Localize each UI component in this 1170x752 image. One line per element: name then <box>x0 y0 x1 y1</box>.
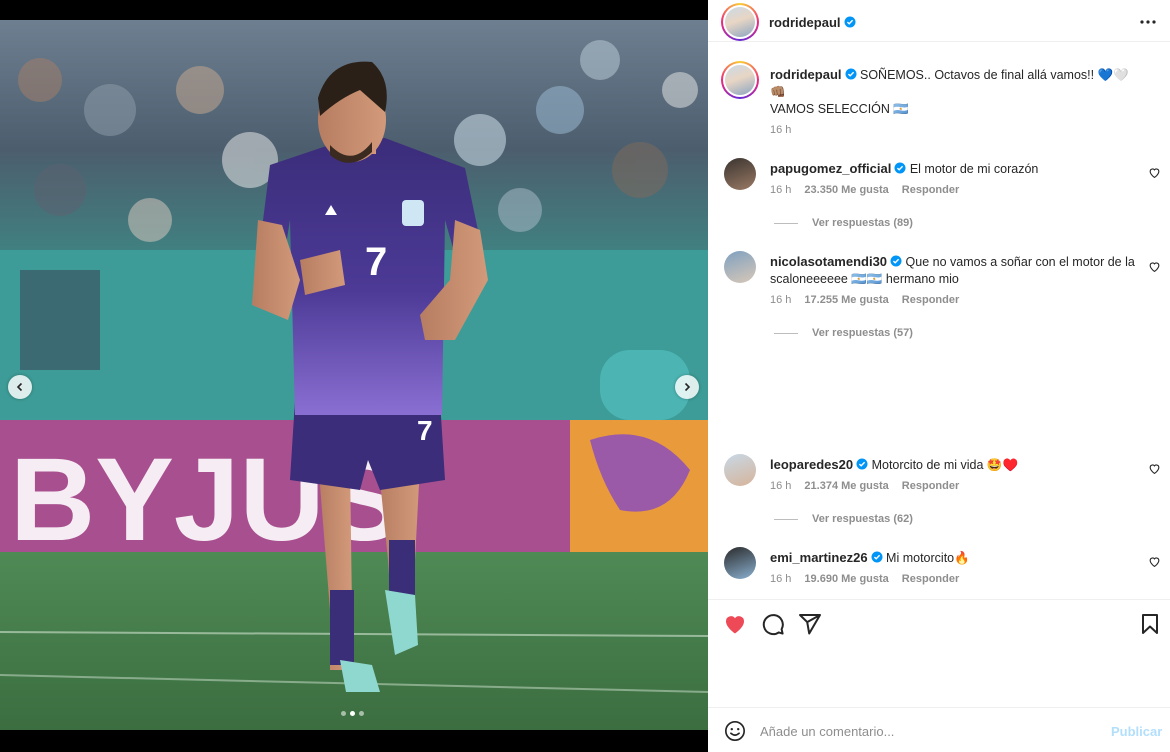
caption-text: SOÑEMOS.. Octavos de final allá vamos!! … <box>860 68 1129 82</box>
view-replies-button[interactable]: Ver respuestas (57) <box>774 327 913 339</box>
reply-button[interactable]: Responder <box>902 480 959 492</box>
bookmark-icon[interactable] <box>1138 612 1162 636</box>
comment-like-heart-icon[interactable] <box>1148 260 1161 273</box>
comment-item: emi_martinez26 Mi motorcito🔥 <box>770 549 1135 567</box>
verified-icon <box>856 458 868 470</box>
comment-username[interactable]: emi_martinez26 <box>770 550 868 565</box>
reply-button[interactable]: Responder <box>902 573 959 585</box>
verified-icon <box>871 551 883 563</box>
caption-meta: 16 h <box>770 124 791 136</box>
jersey-number: 7 <box>365 240 387 284</box>
emoji-icon[interactable] <box>724 720 746 742</box>
comment-meta: 16 h 19.690 Me gusta Responder <box>770 573 959 585</box>
comment-avatar[interactable] <box>724 158 756 190</box>
comment-item: leoparedes20 Motorcito de mi vida 🤩♥️ <box>770 456 1135 474</box>
post-media[interactable]: BYJUS 7 7 <box>0 20 708 730</box>
carousel-next-button[interactable] <box>675 375 699 399</box>
comment-text: Mi motorcito🔥 <box>886 551 970 565</box>
author-username[interactable]: rodridepaul <box>769 15 841 30</box>
caption-footer: VAMOS SELECCIÓN 🇦🇷 <box>770 102 909 116</box>
carousel-prev-button[interactable] <box>8 375 32 399</box>
view-replies-label: Ver respuestas (62) <box>812 513 913 525</box>
comment-like-heart-icon[interactable] <box>1148 166 1161 179</box>
comment-time[interactable]: 16 h <box>770 480 791 492</box>
heart-icon[interactable] <box>723 612 747 636</box>
comment-input[interactable] <box>760 720 1090 742</box>
comment-meta: 16 h 17.255 Me gusta Responder <box>770 294 959 306</box>
comment-username[interactable]: papugomez_official <box>770 161 891 176</box>
post-caption: rodridepaul SOÑEMOS.. Octavos de final a… <box>770 66 1135 118</box>
caption-username[interactable]: rodridepaul <box>770 67 842 82</box>
view-replies-button[interactable]: Ver respuestas (62) <box>774 513 913 525</box>
comment-composer: Publicar <box>708 707 1170 752</box>
caption-avatar[interactable] <box>721 61 759 99</box>
comment-meta: 16 h 23.350 Me gusta Responder <box>770 184 959 196</box>
comments-list[interactable]: rodridepaul SOÑEMOS.. Octavos de final a… <box>708 42 1170 599</box>
comment-likes[interactable]: 21.374 Me gusta <box>804 480 888 492</box>
carousel-dot-active <box>350 711 355 716</box>
post-header: rodridepaul <box>708 0 1170 42</box>
verified-icon <box>845 68 857 80</box>
view-replies-label: Ver respuestas (89) <box>812 217 913 229</box>
reply-button[interactable]: Responder <box>902 294 959 306</box>
publish-button[interactable]: Publicar <box>1111 724 1162 739</box>
comment-avatar[interactable] <box>724 454 756 486</box>
comment-likes[interactable]: 19.690 Me gusta <box>804 573 888 585</box>
comment-time[interactable]: 16 h <box>770 184 791 196</box>
comment-like-heart-icon[interactable] <box>1148 462 1161 475</box>
reply-button[interactable]: Responder <box>902 184 959 196</box>
comment-text: Motorcito de mi vida 🤩♥️ <box>871 458 1019 472</box>
caption-emoji: 👊🏽 <box>770 85 786 99</box>
comment-like-heart-icon[interactable] <box>1148 555 1161 568</box>
comment-item: nicolasotamendi30 Que no vamos a soñar c… <box>770 253 1135 288</box>
comment-avatar[interactable] <box>724 251 756 283</box>
author-avatar[interactable] <box>721 3 759 41</box>
verified-icon <box>894 162 906 174</box>
verified-icon <box>844 16 856 28</box>
carousel-indicator <box>341 711 364 716</box>
carousel-dot <box>359 711 364 716</box>
comment-time[interactable]: 16 h <box>770 294 791 306</box>
chevron-right-icon <box>684 382 691 392</box>
comment-time[interactable]: 16 h <box>770 573 791 585</box>
view-replies-button[interactable]: Ver respuestas (89) <box>774 217 913 229</box>
comment-username[interactable]: leoparedes20 <box>770 457 853 472</box>
post-dialog: BYJUS 7 7 rodridepaul rodridepaul SOÑEMO… <box>0 0 1170 752</box>
comment-username[interactable]: nicolasotamendi30 <box>770 254 887 269</box>
comment-icon[interactable] <box>761 612 785 636</box>
comment-item: papugomez_official El motor de mi corazó… <box>770 160 1135 178</box>
chevron-left-icon <box>16 382 23 392</box>
post-side-panel: rodridepaul rodridepaul SOÑEMOS.. Octavo… <box>708 0 1170 752</box>
verified-icon <box>890 255 902 267</box>
comment-likes[interactable]: 17.255 Me gusta <box>804 294 888 306</box>
post-actions <box>708 599 1170 707</box>
author-name-row: rodridepaul <box>769 14 856 32</box>
comment-likes[interactable]: 23.350 Me gusta <box>804 184 888 196</box>
post-photo: BYJUS 7 7 <box>0 20 708 730</box>
share-icon[interactable] <box>798 612 822 636</box>
comment-text: El motor de mi corazón <box>909 162 1039 176</box>
carousel-dot <box>341 711 346 716</box>
shorts-number: 7 <box>417 415 433 446</box>
view-replies-label: Ver respuestas (57) <box>812 327 913 339</box>
comment-meta: 16 h 21.374 Me gusta Responder <box>770 480 959 492</box>
comment-avatar[interactable] <box>724 547 756 579</box>
caption-time[interactable]: 16 h <box>770 124 791 136</box>
more-icon[interactable] <box>1138 12 1158 32</box>
